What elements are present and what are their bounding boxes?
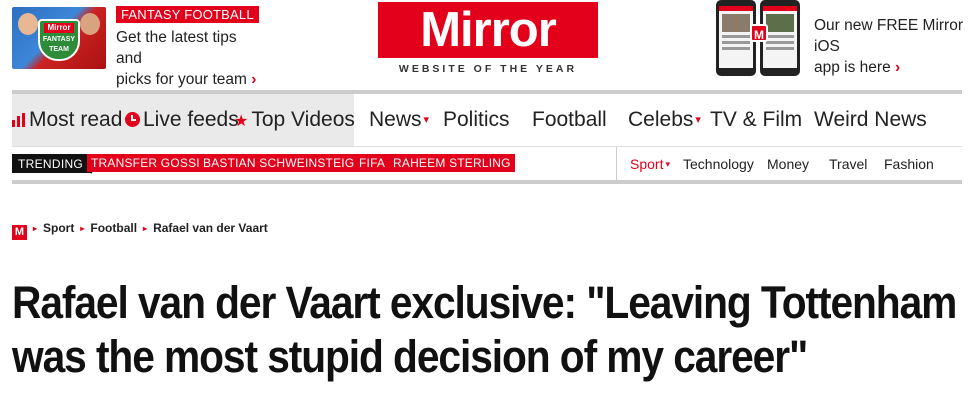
clock-icon bbox=[125, 112, 140, 127]
caret-down-icon: ▾ bbox=[665, 159, 670, 169]
breadcrumb: M ▸ Sport ▸ Football ▸ Rafael van der Vaart bbox=[12, 221, 268, 240]
nav-top-videos[interactable]: ★ Top Videos bbox=[234, 108, 355, 132]
app-phones-image[interactable]: M bbox=[716, 0, 802, 76]
player-graphic bbox=[80, 13, 100, 35]
home-logo-icon[interactable]: M bbox=[12, 225, 27, 240]
fantasy-team-badge-icon: Mirror FANTASY TEAM bbox=[38, 19, 80, 61]
sub-nav: TRENDING TRANSFER GOSSIP BASTIAN SCHWEIN… bbox=[12, 146, 962, 184]
fantasy-football-image[interactable]: Mirror FANTASY TEAM bbox=[12, 7, 106, 69]
ios-app-promo[interactable]: M Our new FREE Mirror iOS app is here › bbox=[716, 0, 974, 78]
nav-football[interactable]: Football bbox=[532, 108, 607, 132]
logo-wordmark: Mirror bbox=[378, 2, 598, 58]
subnav-fashion[interactable]: Fashion bbox=[884, 156, 934, 172]
nav-news[interactable]: News ▾ bbox=[369, 108, 429, 132]
trending-tag[interactable]: TRANSFER GOSSIP bbox=[87, 154, 213, 172]
trending-tag[interactable]: FIFA bbox=[355, 154, 390, 172]
mirror-app-icon: M bbox=[750, 24, 768, 42]
breadcrumb-separator-icon: ▸ bbox=[33, 224, 38, 233]
logo-tagline: WEBSITE OF THE YEAR bbox=[398, 63, 578, 75]
bar-chart-icon bbox=[12, 113, 26, 127]
trending-tag[interactable]: RAHEEM STERLING bbox=[389, 154, 515, 172]
caret-down-icon: ▾ bbox=[423, 114, 430, 126]
breadcrumb-football[interactable]: Football bbox=[90, 221, 137, 235]
main-nav: Most read Live feeds ★ Top Videos News ▾ P… bbox=[12, 90, 962, 146]
breadcrumb-rafael-van-der-vaart[interactable]: Rafael van der Vaart bbox=[153, 221, 268, 235]
nav-tv-film[interactable]: TV & Film bbox=[710, 108, 802, 132]
breadcrumb-separator-icon: ▸ bbox=[143, 224, 148, 233]
trending-tag[interactable]: BASTIAN SCHWEINSTEIGER bbox=[199, 154, 376, 172]
caret-down-icon: ▾ bbox=[695, 114, 701, 126]
nav-most-read[interactable]: Most read bbox=[12, 108, 122, 132]
trending-label: TRENDING bbox=[12, 154, 100, 174]
player-graphic bbox=[18, 13, 38, 35]
ios-app-text[interactable]: Our new FREE Mirror iOS app is here › bbox=[814, 15, 974, 78]
fantasy-football-promo[interactable]: Mirror FANTASY TEAM FANTASY FOOTBALL Get… bbox=[12, 4, 262, 88]
fantasy-football-tag[interactable]: FANTASY FOOTBALL bbox=[116, 6, 259, 23]
breadcrumb-separator-icon: ▸ bbox=[80, 224, 85, 233]
subnav-travel[interactable]: Travel bbox=[829, 156, 867, 172]
nav-live-feeds[interactable]: Live feeds bbox=[125, 108, 239, 132]
fantasy-football-text[interactable]: Get the latest tips and picks for your t… bbox=[116, 27, 266, 90]
nav-politics[interactable]: Politics bbox=[443, 108, 510, 132]
subnav-sport[interactable]: Sport ▾ bbox=[630, 156, 670, 172]
mirror-logo[interactable]: Mirror WEBSITE OF THE YEAR bbox=[378, 2, 598, 76]
section-subnav: Sport ▾ Technology Money Travel Fashion bbox=[616, 147, 962, 181]
star-icon: ★ bbox=[234, 113, 249, 130]
breadcrumb-sport[interactable]: Sport bbox=[43, 221, 74, 235]
nav-celebs[interactable]: Celebs ▾ bbox=[628, 108, 701, 132]
article-headline: Rafael van der Vaart exclusive: "Leaving… bbox=[12, 277, 957, 382]
subnav-money[interactable]: Money bbox=[767, 156, 809, 172]
nav-weird-news[interactable]: Weird News bbox=[814, 108, 927, 132]
subnav-technology[interactable]: Technology bbox=[683, 156, 754, 172]
chevron-right-icon: › bbox=[251, 71, 257, 88]
chevron-right-icon: › bbox=[895, 59, 901, 76]
